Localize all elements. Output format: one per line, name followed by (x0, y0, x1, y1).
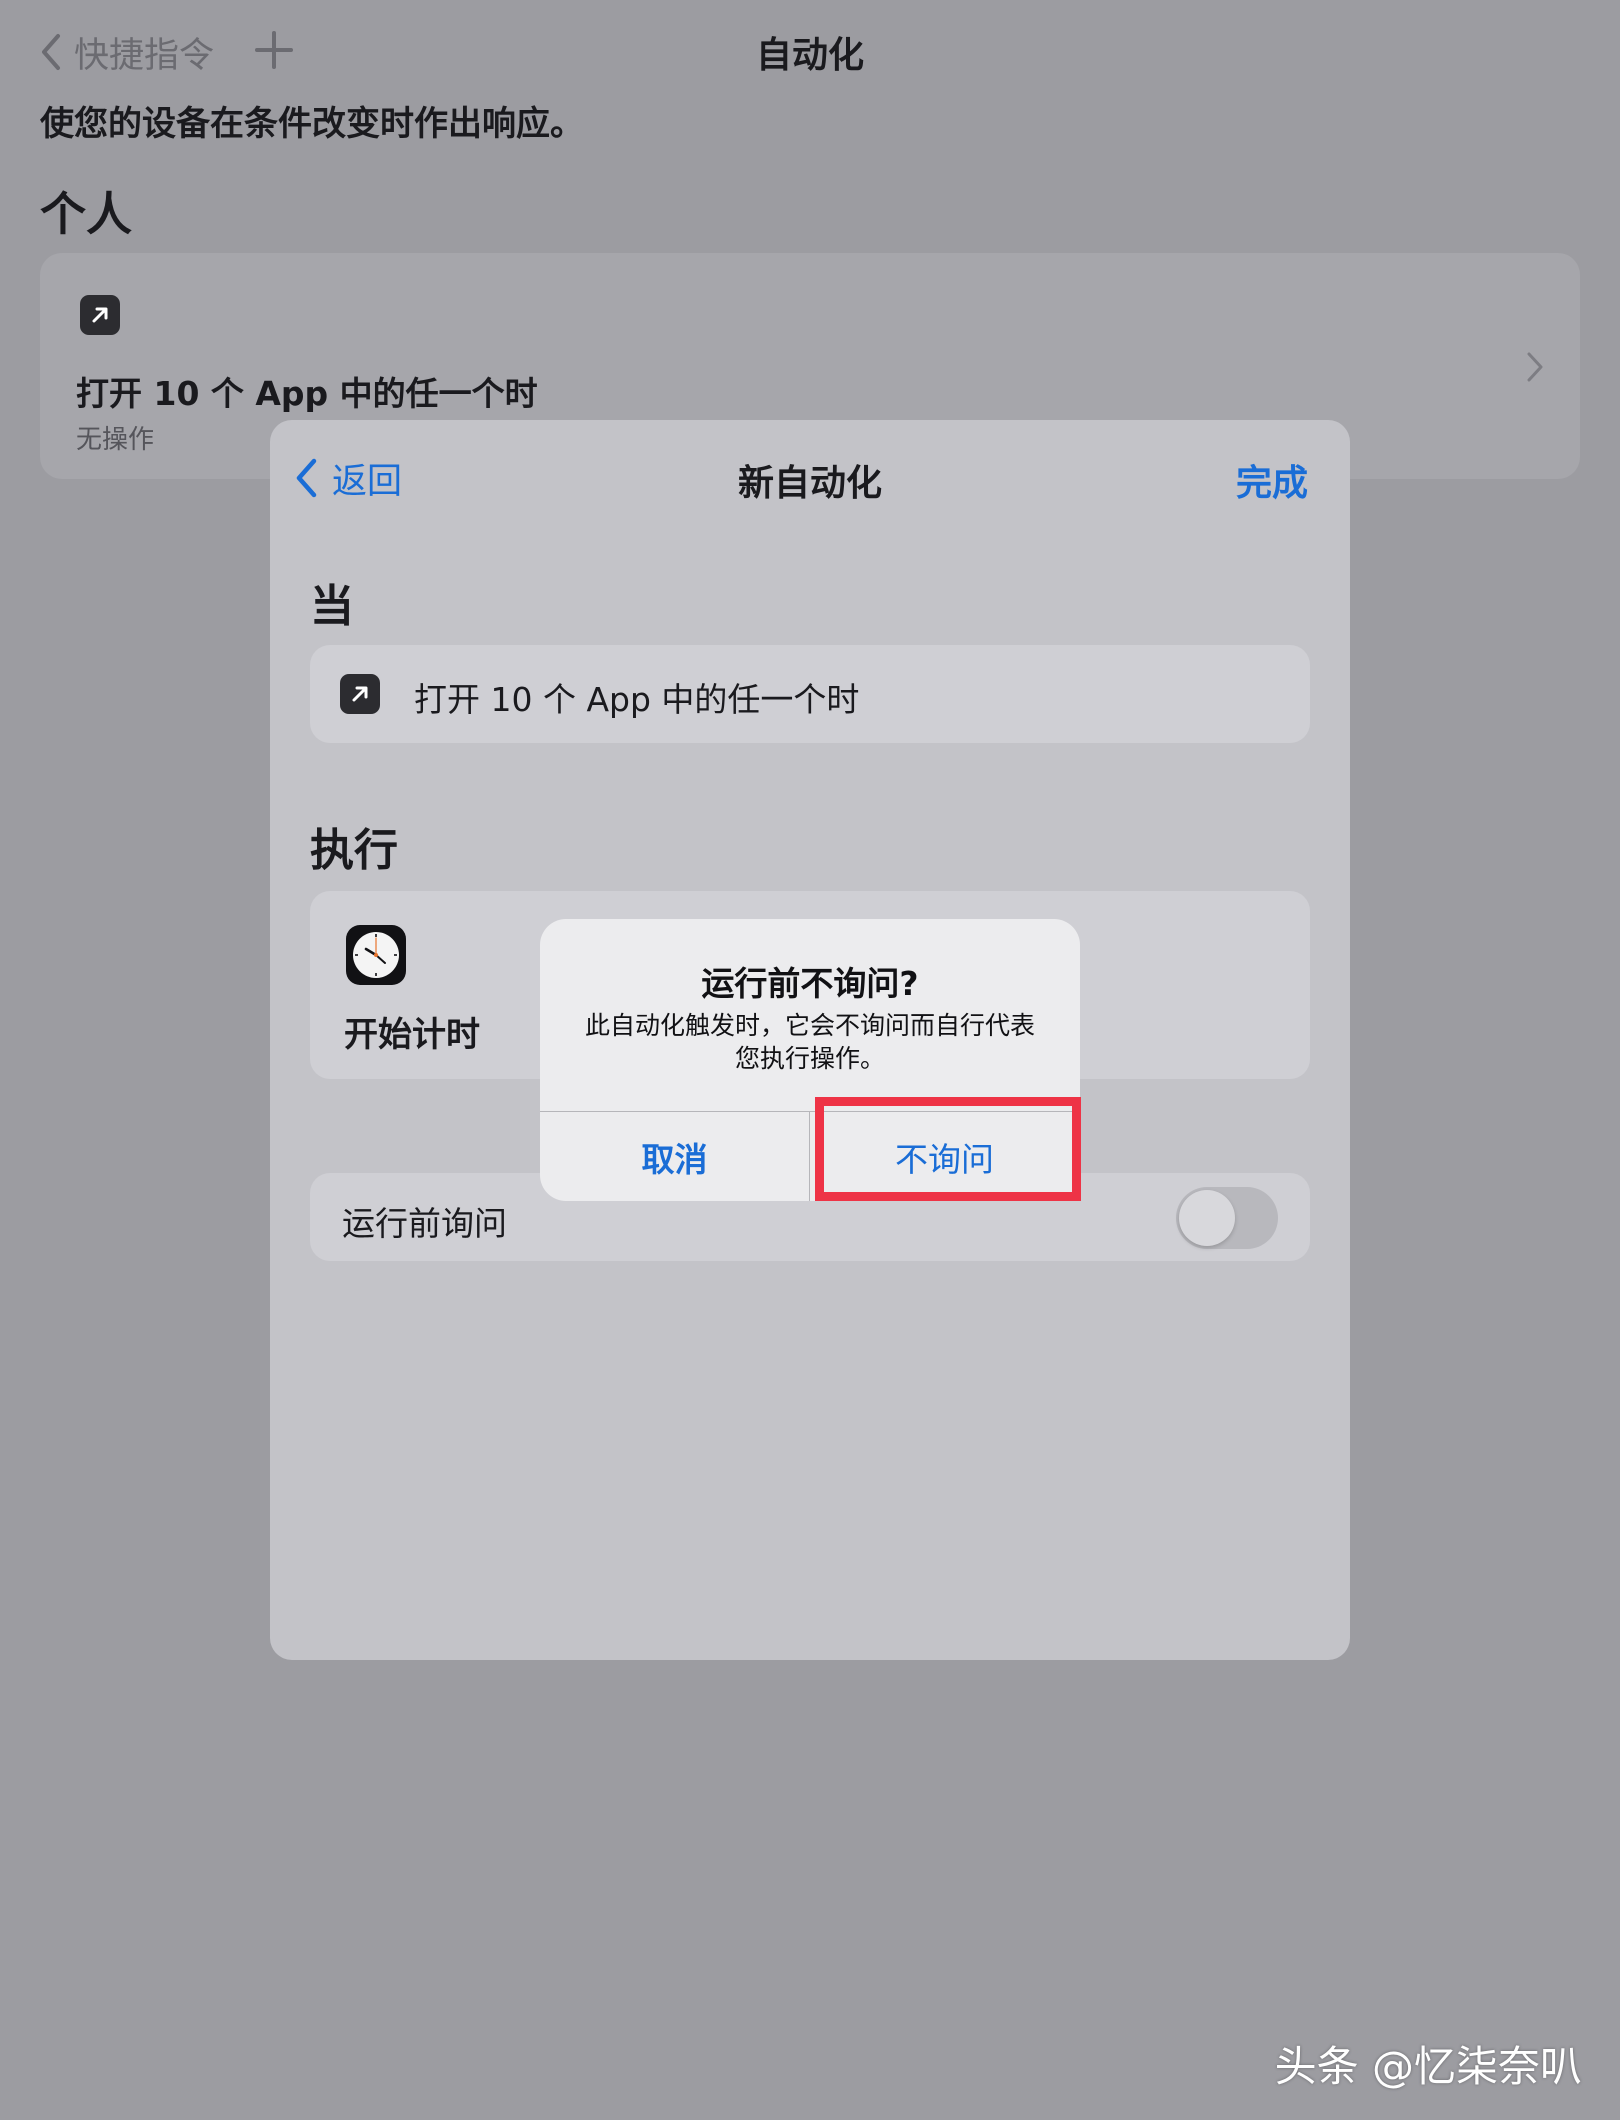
dont-ask-button[interactable]: 不询问 (810, 1112, 1079, 1201)
chevron-right-icon (1527, 352, 1543, 382)
background-nav-bar: 快捷指令 自动化 (0, 0, 1620, 100)
automation-page-title: 自动化 (755, 35, 864, 76)
alert-message: 此自动化触发时，它会不询问而自行代表您执行操作。 (584, 1011, 1035, 1073)
arrow-up-right-icon (80, 295, 120, 335)
arrow-up-right-icon (340, 674, 380, 714)
ask-before-running-label: 运行前询问 (342, 1204, 507, 1243)
watermark: 头条 @忆柒奈叭 (1274, 2042, 1582, 2091)
trigger-label: 打开 10 个 App 中的任一个时 (414, 680, 860, 719)
toggle-knob (1179, 1190, 1235, 1246)
automation-description: 使您的设备在条件改变时作出响应。 (40, 104, 584, 144)
alert-title: 运行前不询问? (701, 964, 919, 1003)
clock-icon (346, 925, 406, 985)
when-section-title: 当 (310, 581, 354, 632)
cancel-button[interactable]: 取消 (540, 1112, 809, 1201)
automation-item-title: 打开 10 个 App 中的任一个时 (76, 374, 538, 413)
confirm-alert-dialog: 运行前不询问? 此自动化触发时，它会不询问而自行代表您执行操作。 取消 不询问 (540, 919, 1080, 1201)
automation-item-subtitle: 无操作 (76, 425, 155, 455)
done-button[interactable]: 完成 (1236, 454, 1308, 506)
trigger-row[interactable]: 打开 10 个 App 中的任一个时 (310, 645, 1310, 743)
sheet-title: 新自动化 (737, 463, 882, 504)
personal-section-title: 个人 (40, 187, 132, 241)
ask-before-running-toggle[interactable] (1176, 1187, 1278, 1249)
do-section-title: 执行 (310, 825, 398, 876)
action-label: 开始计时 (344, 1015, 480, 1055)
